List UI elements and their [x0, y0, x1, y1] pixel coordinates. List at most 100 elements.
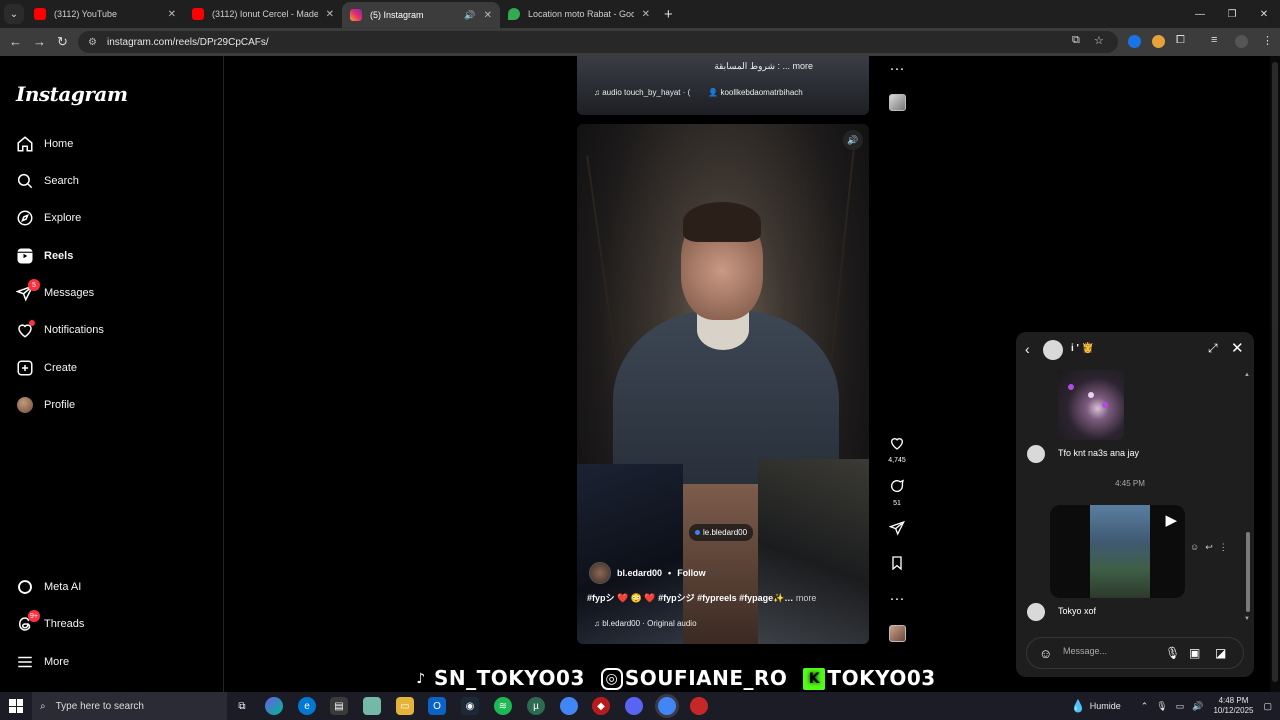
author-username[interactable]: bl.edard00	[617, 568, 662, 578]
more-options-icon[interactable]: ···	[882, 591, 912, 607]
share-button[interactable]	[882, 520, 912, 540]
cast-icon[interactable]: ⧉	[1072, 34, 1080, 47]
scrollbar-thumb[interactable]	[1246, 532, 1250, 612]
react-emoji-icon[interactable]: ☺	[1190, 542, 1199, 553]
scrollbar-thumb[interactable]	[1272, 62, 1278, 682]
app-icon[interactable]: ◆	[592, 697, 610, 715]
new-tab-button[interactable]: +	[664, 6, 673, 23]
tab-youtube[interactable]: (3112) YouTube ✕	[26, 2, 184, 26]
chrome-active-icon[interactable]	[658, 697, 676, 715]
nav-reels[interactable]: Reels	[16, 245, 73, 267]
address-bar[interactable]: ⚙ instagram.com/reels/DPr29CpCAFs/	[78, 31, 1118, 53]
reel-video[interactable]: 🔊 le.bledard00 bl.edard00 • Follow #fypシ…	[577, 124, 869, 644]
network-icon[interactable]: ▭	[1176, 701, 1185, 712]
tagged-user-pill[interactable]: le.bledard00	[689, 524, 754, 541]
contact-name[interactable]: i ' 👸	[1071, 343, 1094, 354]
tab-audio-icon[interactable]: 🔊	[464, 10, 475, 21]
close-tab-icon[interactable]: ✕	[326, 9, 334, 20]
instagram-logo[interactable]: Instagram	[16, 82, 128, 106]
audio-thumbnail[interactable]	[889, 625, 906, 642]
back-button[interactable]: ←	[9, 34, 22, 49]
dm-messages[interactable]: Tfo knt na3s ana jay 4:45 PM ▶ ☺ ↩ ⋮ Tok…	[1016, 370, 1254, 622]
weather-text[interactable]: Humide	[1090, 701, 1121, 711]
discord-icon[interactable]	[625, 697, 643, 715]
nav-notifications[interactable]: Notifications	[16, 319, 104, 341]
clock[interactable]: 4:48 PM 10/12/2025	[1213, 696, 1253, 716]
chrome-icon[interactable]	[560, 697, 578, 715]
caption-more-link[interactable]: more	[796, 593, 817, 603]
message-input[interactable]	[1063, 646, 1163, 656]
like-button[interactable]: 4,745	[882, 435, 912, 464]
microphone-icon[interactable]: 🎙	[1156, 701, 1167, 712]
play-icon[interactable]: ▶	[1165, 511, 1177, 529]
emoji-icon[interactable]: ☺	[1039, 646, 1052, 661]
taskbar-search[interactable]: ⌕ Type here to search	[32, 692, 227, 720]
scroll-down-icon[interactable]: ▼	[1244, 616, 1250, 622]
reload-button[interactable]: ↻	[57, 34, 68, 50]
restore-button[interactable]: ❐	[1216, 0, 1248, 28]
save-button[interactable]	[882, 555, 912, 575]
scroll-up-icon[interactable]: ▲	[1244, 372, 1250, 378]
tagged-user[interactable]: 👤 koollkebdaomatrbihach	[708, 88, 802, 97]
nav-profile[interactable]: Profile	[16, 394, 75, 416]
utorrent-icon[interactable]: µ	[527, 697, 545, 715]
nav-home[interactable]: Home	[16, 133, 73, 155]
contact-avatar[interactable]	[1027, 603, 1045, 621]
image-message[interactable]	[1058, 370, 1124, 440]
contact-avatar[interactable]	[1027, 445, 1045, 463]
app-icon[interactable]	[363, 697, 381, 715]
chrome-profile-icon[interactable]	[690, 697, 708, 715]
minimize-button[interactable]: —	[1184, 0, 1216, 28]
image-upload-icon[interactable]: ▣	[1189, 646, 1200, 660]
nav-search[interactable]: Search	[16, 170, 79, 192]
extensions-puzzle-icon[interactable]: ⧠	[1176, 34, 1185, 47]
edge-icon[interactable]: e	[298, 697, 316, 715]
forward-button[interactable]: →	[33, 34, 46, 49]
close-window-button[interactable]: ✕	[1248, 0, 1280, 28]
back-icon[interactable]: ‹	[1025, 341, 1030, 357]
profile-avatar[interactable]	[1235, 35, 1248, 48]
tab-google-maps[interactable]: Location moto Rabat - Google ✕	[500, 2, 658, 26]
tray-expand-icon[interactable]: ⌃	[1141, 701, 1149, 712]
reply-icon[interactable]: ↩	[1205, 542, 1213, 553]
site-info-icon[interactable]: ⚙	[88, 37, 97, 48]
file-explorer-icon[interactable]: ▭	[396, 697, 414, 715]
reel-caption[interactable]: #fypシ ❤️ 😳 ❤️ #fypシジ #fypreels #fypage✨……	[587, 591, 816, 604]
windows-start-icon[interactable]	[9, 699, 23, 713]
extension-icon[interactable]	[1152, 35, 1165, 48]
tab-instagram[interactable]: (5) Instagram 🔊 ✕	[342, 2, 500, 28]
nav-threads[interactable]: 9+ Threads	[16, 610, 84, 635]
steam-icon[interactable]: ◉	[461, 697, 479, 715]
volume-icon[interactable]: 🔊	[843, 130, 863, 150]
nav-more[interactable]: More	[16, 651, 69, 673]
close-tab-icon[interactable]: ✕	[484, 10, 492, 21]
close-tab-icon[interactable]: ✕	[168, 9, 176, 20]
page-scrollbar[interactable]	[1270, 56, 1280, 692]
author-avatar[interactable]	[589, 562, 611, 584]
more-options-icon[interactable]: ···	[882, 61, 912, 77]
microphone-icon[interactable]: 🎙	[1165, 646, 1180, 660]
video-message[interactable]: ▶	[1050, 505, 1185, 598]
nav-messages[interactable]: 5 Messages	[16, 279, 94, 304]
follow-button[interactable]: Follow	[677, 568, 706, 578]
comment-button[interactable]: 51	[882, 478, 912, 507]
close-icon[interactable]: ✕	[1231, 339, 1244, 357]
media-control-icon[interactable]: ≡	[1211, 34, 1217, 46]
more-icon[interactable]: ⋮	[1219, 542, 1228, 553]
contact-avatar[interactable]	[1043, 340, 1063, 360]
audio-link[interactable]: ♫ audio touch_by_hayat · (	[594, 88, 690, 97]
dm-scrollbar[interactable]: ▲ ▼	[1244, 372, 1250, 622]
audio-link[interactable]: ♫ bl.edard00 · Original audio	[594, 619, 697, 628]
expand-icon[interactable]: ⤢	[1208, 341, 1218, 356]
sticker-icon[interactable]: ◪	[1215, 646, 1226, 660]
spotify-icon[interactable]: ≋	[494, 697, 512, 715]
previous-reel[interactable]: شروط المسابقة : ... more ♫ audio touch_b…	[577, 56, 869, 115]
browser-menu-icon[interactable]: ⋮	[1262, 34, 1273, 47]
copilot-icon[interactable]	[265, 697, 283, 715]
notifications-icon[interactable]: ▢	[1263, 701, 1272, 712]
tab-youtube-2[interactable]: (3112) Ionut Cercel - Made in R ✕	[184, 2, 342, 26]
outlook-icon[interactable]: O	[428, 697, 446, 715]
extension-icon[interactable]	[1128, 35, 1141, 48]
store-icon[interactable]: ▤	[330, 697, 348, 715]
tab-search-button[interactable]: ⌄	[4, 4, 24, 24]
